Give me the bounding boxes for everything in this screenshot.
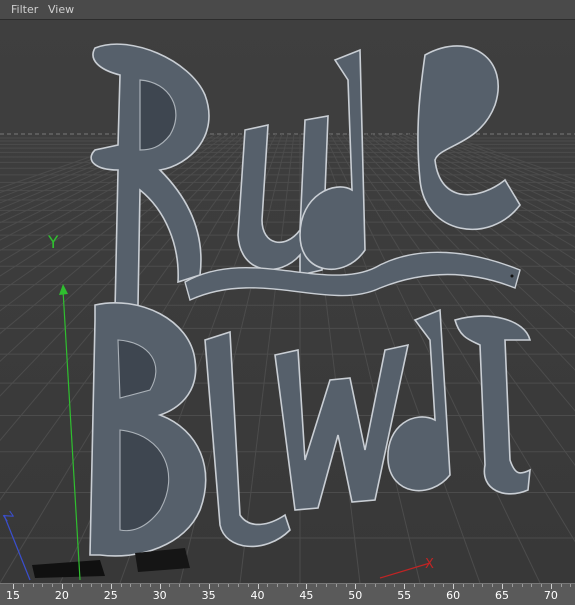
ruler-tick-label: 20 xyxy=(54,589,69,602)
ruler-minor-tick xyxy=(325,584,327,587)
ruler-minor-tick xyxy=(413,584,415,587)
ruler-minor-tick xyxy=(179,584,181,587)
timeline-ruler[interactable]: 15 20 25 30 35 40 45 50 55 60 65 70 xyxy=(0,583,575,605)
menu-filter[interactable]: Filter xyxy=(11,3,38,16)
ruler-minor-tick xyxy=(443,584,445,587)
ruler-minor-tick xyxy=(316,584,318,587)
ruler-minor-tick xyxy=(384,584,386,587)
3d-viewport[interactable]: Y X Z xyxy=(0,20,575,583)
ruler-minor-tick xyxy=(296,584,298,587)
ruler-minor-tick xyxy=(22,584,24,587)
ruler-minor-tick xyxy=(120,584,122,587)
ruler-minor-tick xyxy=(71,584,73,587)
ruler-tick-label: 30 xyxy=(152,589,167,602)
ruler-minor-tick xyxy=(130,584,132,587)
cinema4d-viewport-window: Filter View Y X Z 15 20 25 30 35 40 45 5… xyxy=(0,0,575,605)
ruler-minor-tick xyxy=(482,584,484,587)
menu-bar: Filter View xyxy=(0,0,575,20)
ruler-minor-tick xyxy=(423,584,425,587)
ruler-tick-label: 65 xyxy=(495,589,509,602)
ruler-tick-label: 50 xyxy=(348,589,363,602)
x-axis-label: X xyxy=(425,557,434,572)
ruler-tick-label: 60 xyxy=(446,589,461,602)
ruler-tick-label: 45 xyxy=(299,589,314,602)
ruler-minor-tick xyxy=(81,584,83,587)
menu-view[interactable]: View xyxy=(48,3,74,16)
ruler-minor-tick xyxy=(365,584,367,587)
ruler-tick-label: 40 xyxy=(250,589,265,602)
ruler-minor-tick xyxy=(237,584,239,587)
ruler-minor-tick xyxy=(140,584,142,587)
ruler-minor-tick xyxy=(462,584,464,587)
ruler-minor-tick xyxy=(101,584,103,587)
ruler-minor-tick xyxy=(277,584,279,587)
ruler-minor-tick xyxy=(149,584,151,587)
ruler-minor-tick xyxy=(472,584,474,587)
ruler-minor-tick xyxy=(492,584,494,587)
ruler-minor-tick xyxy=(531,584,533,587)
ruler-minor-tick xyxy=(32,584,34,587)
ruler-minor-tick xyxy=(570,584,572,587)
ruler-minor-tick xyxy=(267,584,269,587)
ruler-minor-tick xyxy=(286,584,288,587)
ruler-minor-tick xyxy=(218,584,220,587)
ruler-minor-tick xyxy=(560,584,562,587)
ruler-minor-tick xyxy=(433,584,435,587)
pivot-point xyxy=(510,274,514,278)
ruler-minor-tick xyxy=(189,584,191,587)
y-axis-label: Y xyxy=(47,233,59,253)
ruler-minor-tick xyxy=(345,584,347,587)
ruler-minor-tick xyxy=(394,584,396,587)
ruler-minor-tick xyxy=(42,584,44,587)
ruler-tick-label: 70 xyxy=(543,589,558,602)
ruler-minor-tick xyxy=(247,584,249,587)
ruler-minor-tick xyxy=(541,584,543,587)
ruler-tick-label: 35 xyxy=(201,589,216,602)
ruler-tick-label: 55 xyxy=(397,589,412,602)
viewport-canvas: Y X Z xyxy=(0,20,575,583)
ruler-tick-label: 15 xyxy=(6,589,20,602)
ruler-minor-tick xyxy=(228,584,230,587)
ruler-minor-tick xyxy=(198,584,200,587)
ruler-minor-tick xyxy=(511,584,513,587)
ruler-minor-tick xyxy=(169,584,171,587)
ruler-minor-tick xyxy=(91,584,93,587)
ruler-minor-tick xyxy=(374,584,376,587)
ruler-tick-label: 25 xyxy=(103,589,118,602)
ruler-minor-tick xyxy=(521,584,523,587)
ruler-minor-tick xyxy=(52,584,54,587)
ruler-minor-tick xyxy=(335,584,337,587)
